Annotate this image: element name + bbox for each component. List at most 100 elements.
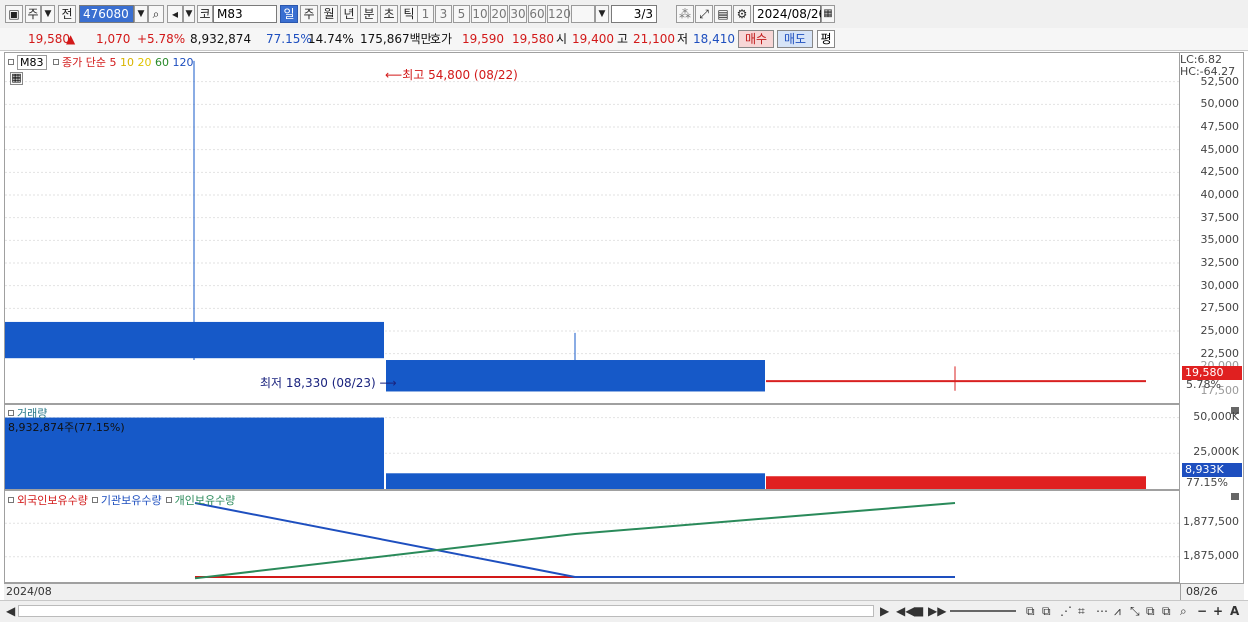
- price-tick-label: 40,000: [1200, 188, 1240, 201]
- gear-icon[interactable]: ⚙: [733, 5, 751, 23]
- auto-scale-icon[interactable]: A: [1230, 604, 1239, 618]
- period-tab-1[interactable]: 주: [300, 5, 318, 23]
- tool-icon[interactable]: ⧉: [1162, 604, 1171, 619]
- layout-icon[interactable]: ▣: [5, 5, 23, 23]
- arrow-left-icon: ⟵: [385, 68, 403, 82]
- holding-legend: 외국인보유수량 기관보유수량 개인보유수량: [8, 492, 235, 508]
- holding-tick-label: 1,875,000: [1183, 548, 1239, 562]
- interval-tab-60[interactable]: 60: [528, 5, 546, 23]
- play-icon[interactable]: ▶: [880, 604, 889, 618]
- search-icon[interactable]: ⌕: [148, 5, 164, 23]
- period-tab-2[interactable]: 월: [320, 5, 338, 23]
- ma-period-60[interactable]: 60: [155, 56, 173, 69]
- price-panel[interactable]: M83 종가 단순 5 10 20 60 120 ▦ ⟵최고 54,800 (0…: [4, 52, 1180, 404]
- ma-label: 종가 단순: [62, 56, 106, 69]
- holding-line-2: [194, 502, 956, 580]
- tool-icon[interactable]: ⧉: [1042, 604, 1051, 619]
- tool-icon[interactable]: ⋰: [1060, 604, 1072, 618]
- type-select[interactable]: 주: [25, 5, 41, 23]
- date-input[interactable]: 2024/08/26: [753, 5, 826, 23]
- open-label: 시: [556, 32, 568, 46]
- tool-icon[interactable]: ⤢: [695, 5, 713, 23]
- tool-icon[interactable]: ⩘: [1114, 604, 1121, 619]
- volume-axis[interactable]: 50,000K 25,000K 8,933K 77.15%: [1180, 404, 1244, 490]
- holding-legend-item[interactable]: 기관보유수량: [101, 494, 162, 507]
- calendar-icon[interactable]: ▦: [821, 5, 835, 23]
- code-input[interactable]: 476080: [79, 5, 134, 23]
- price-tick-label: 22,500: [1200, 346, 1240, 360]
- interval-tab-5[interactable]: 5: [453, 5, 470, 23]
- legend-square-icon: [91, 497, 98, 503]
- arrow-right-icon: ⟶: [375, 376, 397, 390]
- chevron-down-icon[interactable]: ▼: [134, 5, 148, 23]
- period-tab-0[interactable]: 일: [280, 5, 298, 23]
- grid-toggle-icon[interactable]: ▦: [10, 72, 23, 85]
- speed-slider[interactable]: [950, 610, 1016, 612]
- buy-button[interactable]: 매수: [738, 30, 774, 48]
- stop-icon[interactable]: ■: [913, 604, 924, 618]
- zoom-out-icon[interactable]: −: [1197, 604, 1207, 618]
- ma-period-20[interactable]: 20: [137, 56, 155, 69]
- interval-tab-30[interactable]: 30: [509, 5, 527, 23]
- holding-panel[interactable]: 외국인보유수량 기관보유수량 개인보유수량: [4, 490, 1180, 583]
- chart-toolbar: ▣ 주 ▼ 전 476080 ▼ ⌕ ◂ ▼ 코 M83 일주월년분초틱 135…: [0, 0, 1248, 29]
- holding-legend-item[interactable]: 외국인보유수량: [17, 494, 88, 507]
- zoom-in-icon[interactable]: +: [1213, 604, 1223, 618]
- open-price: 19,400: [572, 32, 614, 46]
- current-pct-tag: 5.78%: [1186, 378, 1221, 391]
- scroll-left-icon[interactable]: ◀: [6, 604, 15, 618]
- holding-axis[interactable]: 1,877,500 1,875,000: [1180, 490, 1244, 583]
- price-legend: M83 종가 단순 5 10 20 60 120: [8, 54, 193, 70]
- zoom-icon[interactable]: ⌕: [1180, 604, 1187, 619]
- ma-period-5[interactable]: 5: [109, 56, 120, 69]
- holding-legend-item[interactable]: 개인보유수량: [175, 494, 236, 507]
- prev-button[interactable]: 전: [58, 5, 76, 23]
- volume-value: 8,932,874: [190, 32, 252, 46]
- price-tick-label: 37,500: [1200, 210, 1240, 224]
- price-tick-label: 27,500: [1200, 301, 1240, 315]
- period-tab-4[interactable]: 분: [360, 5, 378, 23]
- quote-bar: 19,580 ▲ 1,070 +5.78% 8,932,874 77.15% 1…: [0, 28, 1248, 51]
- price-axis[interactable]: LC:6.82 HC:-64.27 25,000 27,500 30,000 32,5…: [1180, 52, 1244, 404]
- interval-tab-10[interactable]: 10: [471, 5, 489, 23]
- panel-close-icon[interactable]: [1231, 493, 1239, 500]
- period-tab-6[interactable]: 틱: [400, 5, 418, 23]
- fast-forward-icon[interactable]: ▶▶: [928, 604, 946, 618]
- interval-tab-120[interactable]: 120: [547, 5, 571, 23]
- tool-icon[interactable]: ⤡: [1130, 604, 1140, 619]
- tool-icon[interactable]: ⧉: [1026, 604, 1035, 619]
- code-prefix-label: 코: [197, 5, 213, 23]
- name-field[interactable]: M83: [213, 5, 277, 23]
- eval-button[interactable]: 평: [817, 30, 835, 48]
- speaker-icon[interactable]: ◂: [167, 5, 183, 23]
- horizontal-scrollbar[interactable]: [18, 605, 874, 617]
- tool-icon[interactable]: ⋯: [1096, 604, 1108, 618]
- price-change: 1,070: [96, 32, 131, 46]
- tool-icon[interactable]: ⧉: [1146, 604, 1155, 619]
- period-tab-3[interactable]: 년: [340, 5, 358, 23]
- period-tab-5[interactable]: 초: [380, 5, 398, 23]
- chevron-down-icon[interactable]: ▼: [183, 5, 195, 23]
- save-icon[interactable]: ▤: [714, 5, 732, 23]
- high-price: 21,100: [633, 32, 675, 46]
- tool-icon[interactable]: ⌗: [1078, 604, 1085, 619]
- ma-period-120[interactable]: 120: [172, 56, 193, 69]
- chevron-down-icon[interactable]: ▼: [595, 5, 609, 23]
- interval-select[interactable]: [571, 5, 595, 23]
- rewind-icon[interactable]: ◀◀: [896, 604, 914, 618]
- high-annotation: ⟵최고 54,800 (08/22): [385, 66, 518, 83]
- indicator-name[interactable]: M83: [17, 55, 47, 70]
- compare-icon[interactable]: ⁂: [676, 5, 694, 23]
- chevron-down-icon[interactable]: ▼: [41, 5, 55, 23]
- volume-panel[interactable]: 거래량 8,932,874주(77.15%): [4, 404, 1180, 490]
- candle-body: [386, 360, 765, 392]
- interval-tab-3[interactable]: 3: [435, 5, 452, 23]
- price-tick-label: 50,000: [1200, 97, 1240, 111]
- date-axis-right: 08/26: [1186, 585, 1218, 598]
- date-axis-bar: 2024/08 08/26: [4, 583, 1244, 600]
- legend-square-icon: [8, 59, 14, 65]
- interval-tab-20[interactable]: 20: [490, 5, 508, 23]
- ma-period-10[interactable]: 10: [120, 56, 138, 69]
- interval-tab-1[interactable]: 1: [417, 5, 434, 23]
- sell-button[interactable]: 매도: [777, 30, 813, 48]
